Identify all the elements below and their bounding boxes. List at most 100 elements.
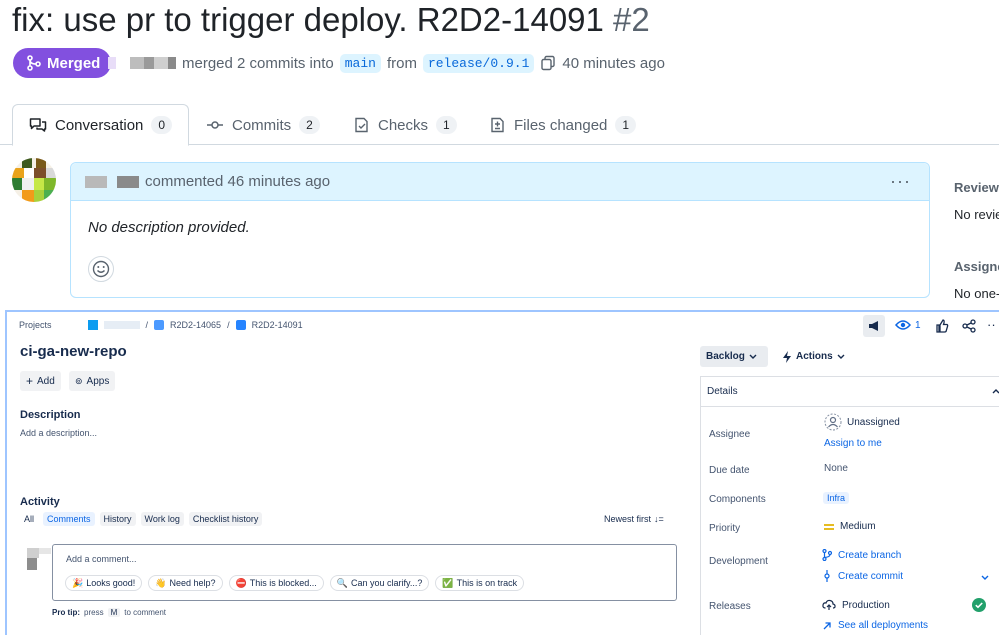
thumbs-up-icon[interactable] xyxy=(935,319,949,333)
release-production[interactable]: Production xyxy=(822,599,890,611)
assignees-value: No one- xyxy=(954,286,999,301)
filter-all[interactable]: All xyxy=(20,512,38,526)
tab-checks[interactable]: Checks 1 xyxy=(354,104,457,146)
copy-icon[interactable] xyxy=(540,55,556,71)
project-avatar-pixelated[interactable] xyxy=(87,320,98,330)
feedback-button[interactable] xyxy=(863,315,885,337)
details-heading: Details xyxy=(707,386,738,397)
apps-button-label: Apps xyxy=(86,375,110,387)
actions-label: Actions xyxy=(796,351,833,362)
add-button[interactable]: + Add xyxy=(20,371,61,391)
quick-reply-blocked[interactable]: ⛔ This is blocked... xyxy=(228,575,324,591)
base-branch[interactable]: main xyxy=(339,53,381,73)
issue-title[interactable]: ci-ga-new-repo xyxy=(20,343,127,360)
assignee-label: Assignee xyxy=(709,429,751,440)
share-icon[interactable] xyxy=(962,319,976,333)
file-diff-icon xyxy=(491,117,504,133)
head-branch[interactable]: release/0.9.1 xyxy=(422,53,535,73)
commit-icon xyxy=(824,570,830,582)
tab-commits[interactable]: Commits 2 xyxy=(206,104,320,146)
chip-label: Looks good! xyxy=(86,578,136,588)
description-field[interactable]: Add a description... xyxy=(20,428,97,438)
chevron-up-icon xyxy=(992,389,999,394)
see-all-deployments-link: See all deployments xyxy=(838,620,929,631)
reviewers-label[interactable]: Reviewe xyxy=(954,180,999,195)
commenter-avatar[interactable] xyxy=(12,158,56,202)
unassigned-user-icon xyxy=(824,413,842,431)
project-name-pixelated[interactable] xyxy=(103,321,140,329)
comment-options-icon[interactable]: ··· xyxy=(890,171,911,192)
details-panel: Details Assignee Unassigned Assign to me… xyxy=(700,376,999,635)
see-all-deployments-action[interactable]: See all deployments xyxy=(822,620,928,631)
description-heading: Description xyxy=(20,409,81,421)
merged-status-label: Merged xyxy=(47,54,101,72)
quick-reply-on-track[interactable]: ✅ This is on track xyxy=(435,575,525,591)
create-commit-action[interactable]: Create commit xyxy=(822,570,903,582)
subtask-icon xyxy=(154,320,165,330)
filter-history[interactable]: History xyxy=(99,512,136,526)
comment-header: commented 46 minutes ago xyxy=(71,163,929,201)
tab-label: Commits xyxy=(232,116,292,134)
add-reaction-button[interactable] xyxy=(88,256,114,282)
chevron-down-icon[interactable] xyxy=(981,575,989,581)
assignees-label[interactable]: Assigne xyxy=(954,259,999,274)
identicon-avatar xyxy=(12,158,56,202)
quick-reply-clarify[interactable]: 🔍 Can you clarify...? xyxy=(329,575,430,591)
merge-action-text: merged 2 commits into xyxy=(182,54,334,72)
quick-reply-need-help[interactable]: 👋 Need help? xyxy=(148,575,223,591)
pr-tabs: Conversation 0 Commits 2 Checks 1 Files … xyxy=(12,104,999,146)
actions-dropdown[interactable]: Actions xyxy=(776,346,851,367)
more-options-icon[interactable]: ·· xyxy=(987,317,996,332)
wave-emoji-icon: 👋 xyxy=(155,577,167,588)
filter-work-log[interactable]: Work log xyxy=(140,512,184,526)
tab-label: Files changed xyxy=(514,116,608,134)
arrow-up-right-icon xyxy=(823,621,831,629)
comment-placeholder: Add a comment... xyxy=(66,554,137,564)
jira-issue-panel: Projects / R2D2-14065 / R2D2-14091 1 ·· … xyxy=(5,310,999,635)
priority-label: Priority xyxy=(709,523,741,534)
assign-to-me-link[interactable]: Assign to me xyxy=(824,438,882,449)
merged-status-badge: Merged xyxy=(13,48,111,78)
filter-checklist-history[interactable]: Checklist history xyxy=(188,512,263,526)
filter-comments[interactable]: Comments xyxy=(43,512,95,526)
create-branch-link: Create branch xyxy=(838,549,902,561)
component-infra[interactable]: Infra xyxy=(823,492,850,504)
sort-button[interactable]: Newest first ↓= xyxy=(604,514,664,524)
comment-discussion-icon xyxy=(29,118,47,132)
apps-button[interactable]: ⊚ Apps xyxy=(69,371,116,391)
quick-reply-looks-good[interactable]: 🎉 Looks good! xyxy=(65,575,143,591)
git-commit-icon xyxy=(207,121,223,129)
components-label: Components xyxy=(709,494,766,505)
create-branch-action[interactable]: Create branch xyxy=(822,549,901,561)
tab-conversation[interactable]: Conversation 0 xyxy=(12,104,190,146)
tab-count: 1 xyxy=(615,116,637,134)
tab-count: 2 xyxy=(299,116,320,134)
cloud-upload-icon xyxy=(822,599,836,610)
due-date-label: Due date xyxy=(709,465,750,476)
due-date-value[interactable]: None xyxy=(824,463,848,474)
status-label: Backlog xyxy=(706,351,745,362)
commenter-name-pixelated[interactable] xyxy=(85,175,139,188)
git-merge-icon xyxy=(27,55,41,71)
pro-tip-suffix: to comment xyxy=(124,608,167,617)
breadcrumb-projects[interactable]: Projects xyxy=(19,320,52,330)
breadcrumb-issue[interactable]: R2D2-14091 xyxy=(252,320,303,330)
pr-title: fix: use pr to trigger deploy. R2D2-1409… xyxy=(12,0,650,40)
watch-button[interactable]: 1 xyxy=(895,319,921,331)
priority-medium-icon xyxy=(824,523,834,530)
no-entry-emoji-icon: ⛔ xyxy=(235,577,247,588)
author-pixelated[interactable] xyxy=(108,57,176,69)
status-dropdown[interactable]: Backlog xyxy=(700,346,768,367)
assignee-field[interactable]: Unassigned xyxy=(824,413,900,431)
tab-files-changed[interactable]: Files changed 1 xyxy=(490,104,637,146)
release-production-label: Production xyxy=(842,599,890,611)
eye-icon xyxy=(895,320,911,330)
breadcrumb-parent[interactable]: R2D2-14065 xyxy=(170,320,221,330)
priority-field[interactable]: Medium xyxy=(824,521,876,532)
details-header[interactable]: Details xyxy=(701,377,999,407)
smiley-icon xyxy=(92,260,110,278)
pro-tip-prefix: Pro tip: xyxy=(52,608,80,617)
add-button-label: Add xyxy=(37,375,55,387)
comment-input[interactable]: Add a comment... 🎉 Looks good! 👋 Need help… xyxy=(52,544,677,601)
chevron-down-icon xyxy=(837,354,845,359)
